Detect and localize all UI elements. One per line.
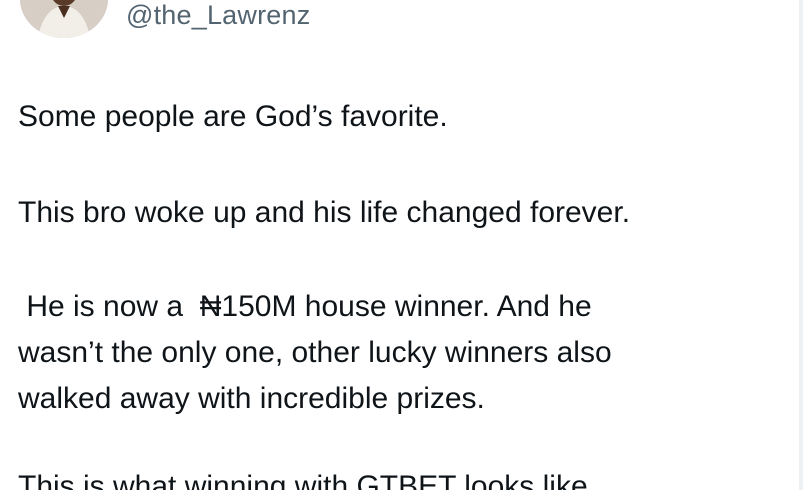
scrollbar-track[interactable]: [799, 0, 803, 490]
tweet-paragraph: This is what winning with GTBET looks li…: [18, 470, 588, 490]
profile-photo-icon: [20, 0, 108, 38]
tweet-line: He is now a ₦150M house winner. And he: [18, 290, 592, 323]
tweet-line: wasn’t the only one, other lucky winners…: [18, 336, 612, 369]
author-handle[interactable]: @the_Lawrenz: [126, 0, 310, 31]
tweet-line: walked away with incredible prizes.: [18, 382, 485, 415]
tweet-paragraph: He is now a ₦150M house winner. And he w…: [18, 284, 612, 422]
author-avatar[interactable]: [20, 0, 108, 38]
tweet-paragraph: Some people are God’s favorite.: [18, 100, 448, 133]
tweet-paragraph: This bro woke up and his life changed fo…: [18, 196, 631, 229]
